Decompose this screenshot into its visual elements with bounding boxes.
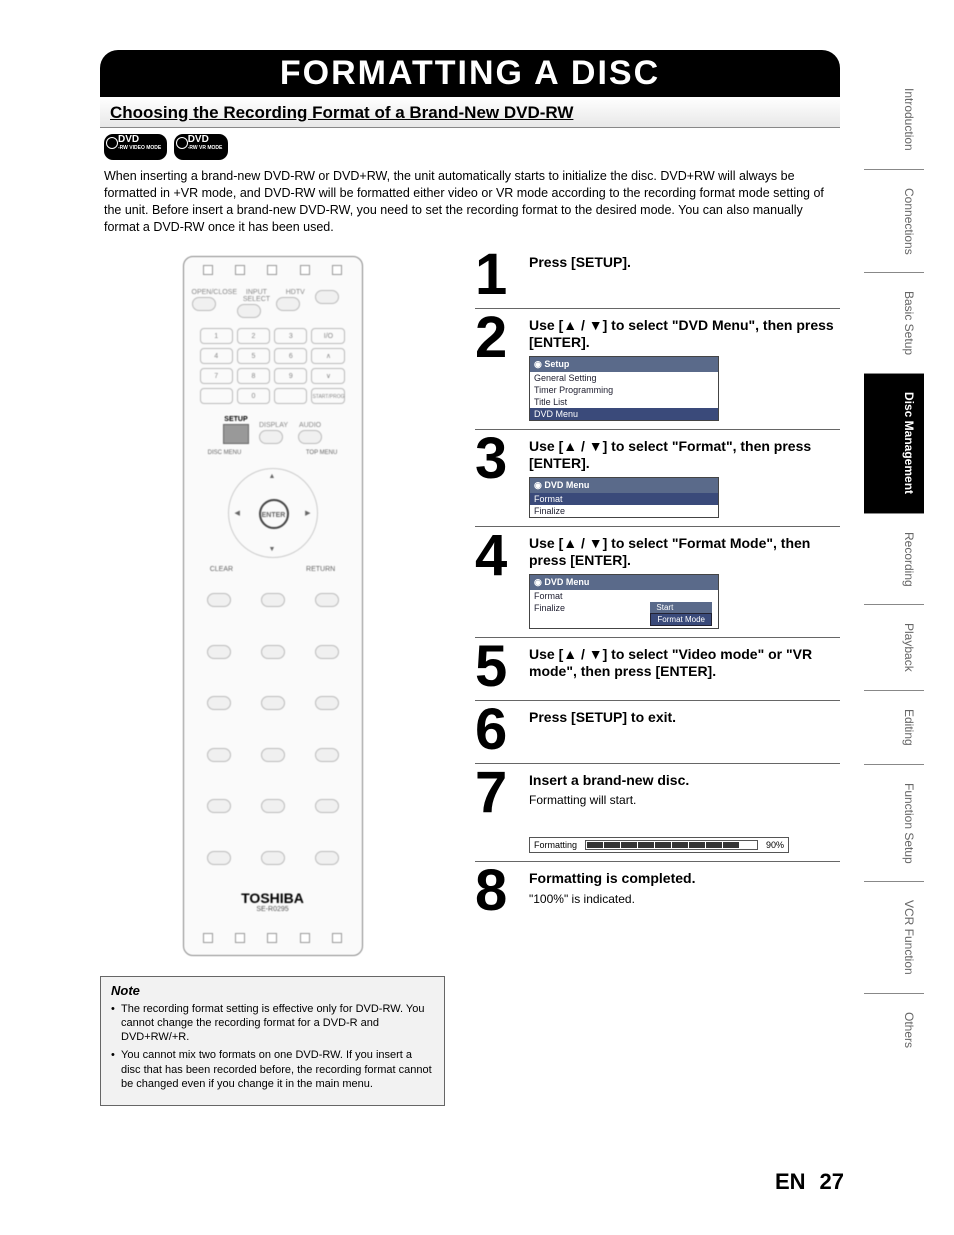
remote-brand: TOSHIBA xyxy=(192,890,354,906)
step-1: 1Press [SETUP]. xyxy=(475,246,840,309)
step-number: 7 xyxy=(475,768,529,854)
side-tab-strip: IntroductionConnectionsBasic SetupDisc M… xyxy=(864,70,924,1066)
step-number: 1 xyxy=(475,250,529,300)
disc-badge-vr: DVD -RW VR MODE xyxy=(174,134,229,160)
step-number: 5 xyxy=(475,642,529,692)
disc-badge-video: DVD -RW VIDEO MODE xyxy=(104,134,167,160)
step-4: 4Use [▲ / ▼] to select "Format Mode", th… xyxy=(475,527,840,638)
step-title: Formatting is completed. xyxy=(529,870,840,888)
remote-dpad: ▲ ▼ ◀ ▶ ENTER xyxy=(228,468,318,558)
step-number: 6 xyxy=(475,705,529,755)
side-tab[interactable]: Introduction xyxy=(864,70,924,169)
disc-badges: DVD -RW VIDEO MODE DVD -RW VR MODE xyxy=(100,128,840,168)
menu-screenshot: ◉ DVD MenuFormatFinalize xyxy=(529,477,719,518)
step-7: 7Insert a brand-new disc. Formatting will… xyxy=(475,764,840,863)
side-tab[interactable]: Basic Setup xyxy=(864,272,924,373)
step-title: Press [SETUP]. xyxy=(529,254,840,272)
side-tab[interactable]: Playback xyxy=(864,604,924,690)
note-item: The recording format setting is effectiv… xyxy=(121,1002,434,1045)
note-title: Note xyxy=(111,983,434,998)
section-subtitle: Choosing the Recording Format of a Brand… xyxy=(100,97,840,128)
side-tab[interactable]: Recording xyxy=(864,513,924,605)
step-5: 5Use [▲ / ▼] to select "Video mode" or "… xyxy=(475,638,840,701)
step-title: Insert a brand-new disc. xyxy=(529,772,840,790)
step-title: Use [▲ / ▼] to select "DVD Menu", then p… xyxy=(529,317,840,352)
step-number: 3 xyxy=(475,434,529,518)
step-title: Press [SETUP] to exit. xyxy=(529,709,840,727)
step-number: 8 xyxy=(475,866,529,916)
step-title: Use [▲ / ▼] to select "Format", then pre… xyxy=(529,438,840,473)
step-number: 4 xyxy=(475,531,529,629)
step-2: 2Use [▲ / ▼] to select "DVD Menu", then … xyxy=(475,309,840,430)
step-title: Use [▲ / ▼] to select "Video mode" or "V… xyxy=(529,646,840,681)
menu-screenshot: ◉ DVD MenuFormatFinalizeStartFormat Mode xyxy=(529,574,719,629)
step-number: 2 xyxy=(475,313,529,421)
page-title: FORMATTING A DISC xyxy=(100,50,840,97)
page-number: EN27 xyxy=(775,1169,844,1195)
side-tab[interactable]: Editing xyxy=(864,690,924,764)
remote-control-diagram: OPEN/CLOSE INPUT SELECT HDTV 123I/O 456∧… xyxy=(183,256,363,956)
side-tab[interactable]: Connections xyxy=(864,169,924,273)
side-tab[interactable]: Disc Management xyxy=(864,373,924,512)
menu-screenshot: ◉ SetupGeneral SettingTimer ProgrammingT… xyxy=(529,356,719,421)
step-3: 3Use [▲ / ▼] to select "Format", then pr… xyxy=(475,430,840,527)
note-item: You cannot mix two formats on one DVD-RW… xyxy=(121,1048,434,1091)
remote-model: SE-R0295 xyxy=(192,906,354,913)
step-subtitle: Formatting will start. xyxy=(529,793,840,807)
step-title: Use [▲ / ▼] to select "Format Mode", the… xyxy=(529,535,840,570)
note-box: Note The recording format setting is eff… xyxy=(100,976,445,1107)
side-tab[interactable]: VCR Function xyxy=(864,881,924,993)
side-tab[interactable]: Others xyxy=(864,993,924,1066)
step-6: 6Press [SETUP] to exit. xyxy=(475,701,840,764)
remote-keypad: 123I/O 456∧ 789∨ 0START/PROG xyxy=(200,328,346,404)
formatting-progress: Formatting90% xyxy=(529,837,789,853)
intro-paragraph: When inserting a brand-new DVD-RW or DVD… xyxy=(100,168,840,246)
step-8: 8Formatting is completed. "100%" is indic… xyxy=(475,862,840,924)
side-tab[interactable]: Function Setup xyxy=(864,764,924,882)
step-subtitle: "100%" is indicated. xyxy=(529,892,840,906)
